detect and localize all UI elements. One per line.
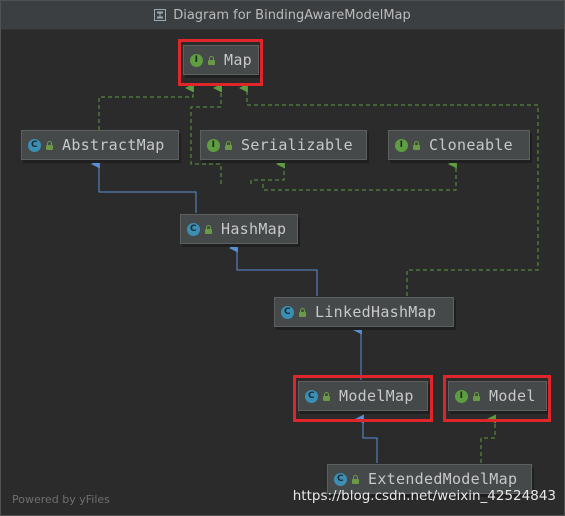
- class-icon: C: [334, 472, 347, 486]
- node-cloneable[interactable]: I Cloneable: [388, 130, 530, 160]
- title-bar: Diagram for BindingAwareModelMap: [1, 1, 564, 30]
- public-visibility-icon: [412, 140, 421, 150]
- public-visibility-icon: [351, 474, 360, 484]
- public-visibility-icon: [204, 224, 213, 234]
- class-icon: C: [187, 222, 200, 236]
- diagram-icon: [154, 9, 167, 21]
- edge-hashmap-abstractmap: [90, 159, 197, 213]
- inheritance-edges: [90, 83, 539, 463]
- powered-by-label: Powered by yFiles: [12, 493, 110, 506]
- edge-extendedmodelmap-modelmap: [354, 414, 378, 463]
- node-linkedhashmap[interactable]: C LinkedHashMap: [274, 297, 454, 327]
- node-abstractmap[interactable]: C AbstractMap: [21, 130, 179, 160]
- window-title: Diagram for BindingAwareModelMap: [173, 7, 411, 23]
- node-label: AbstractMap: [62, 136, 165, 154]
- public-visibility-icon: [45, 140, 54, 150]
- edge-hashmap-serializable: [250, 159, 285, 184]
- interface-icon: I: [395, 138, 408, 152]
- public-visibility-icon: [224, 140, 233, 150]
- node-label: Cloneable: [429, 136, 513, 154]
- edge-extendedmodelmap-model: [480, 414, 496, 463]
- edge-linkedhashmap-map: [238, 83, 539, 296]
- highlight-modelmap: [293, 375, 433, 422]
- node-label: HashMap: [221, 220, 287, 238]
- interface-icon: I: [207, 138, 220, 152]
- public-visibility-icon: [298, 307, 307, 317]
- diagram-window: Diagram for BindingAwareModelMap I Map C…: [0, 0, 565, 516]
- highlight-model: [443, 375, 551, 422]
- edge-abstractmap-map: [98, 83, 194, 130]
- source-watermark: https://blog.csdn.net/weixin_42524843: [292, 488, 556, 504]
- edge-linkedhashmap-hashmap: [228, 243, 318, 296]
- class-icon: C: [28, 138, 41, 152]
- node-serializable[interactable]: I Serializable: [200, 130, 367, 160]
- node-hashmap[interactable]: C HashMap: [180, 214, 298, 244]
- node-label: ExtendedModelMap: [368, 470, 518, 488]
- highlight-map: [178, 39, 263, 86]
- diagram-canvas[interactable]: I Map C AbstractMap I Serializable I Clo…: [1, 30, 564, 515]
- class-icon: C: [281, 305, 294, 319]
- node-label: LinkedHashMap: [315, 303, 437, 321]
- node-label: Serializable: [241, 136, 353, 154]
- edge-hashmap-cloneable: [262, 159, 457, 191]
